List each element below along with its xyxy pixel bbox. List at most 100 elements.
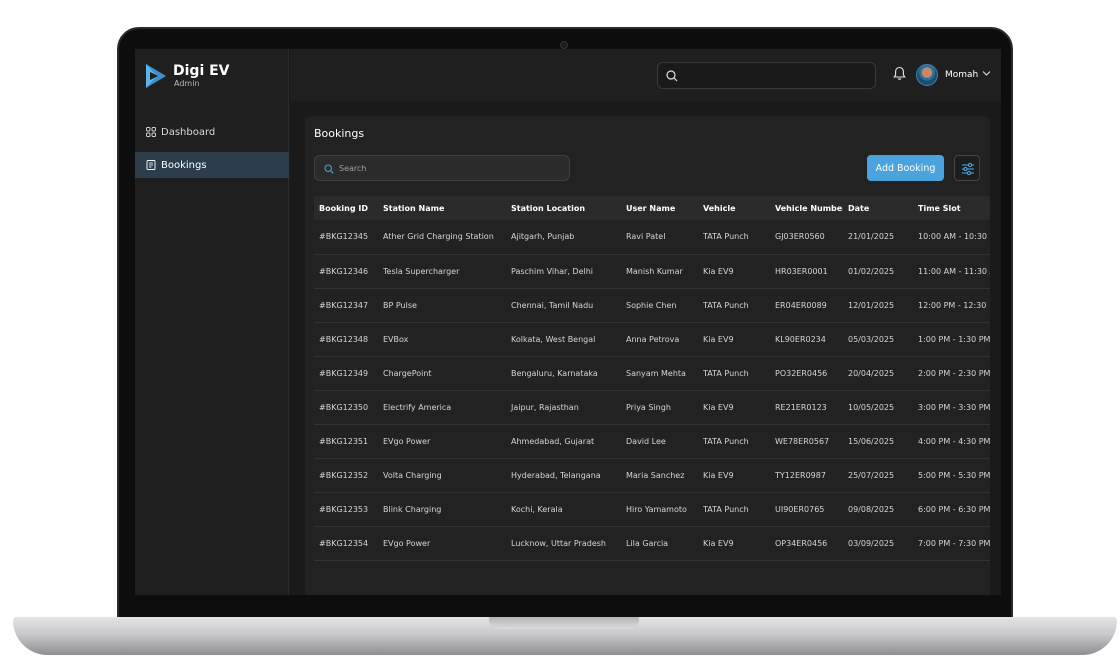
table-row[interactable]: #BKG12350 Electrify America Jaipur, Rajast… [314,390,990,425]
username[interactable]: Momah [945,70,978,80]
table-cell: TATA Punch [698,492,770,527]
table-cell: PO32ER0456 [770,356,843,391]
table-cell: TATA Punch [698,424,770,459]
table-cell: 6:00 PM - 6:30 PM [913,492,990,527]
table-cell: Anna Petrova [621,322,698,357]
add-booking-button[interactable]: Add Booking [867,155,944,181]
bookings-table: Booking ID Station Name Station Location Us… [314,196,990,561]
booking-icon [146,160,156,170]
table-cell: Sanyam Mehta [621,356,698,391]
chevron-down-icon[interactable] [982,70,991,77]
table-cell: RE21ER0123 [770,390,843,425]
table-row[interactable]: #BKG12352 Volta Charging Hyderabad, Telang… [314,458,990,493]
column-header[interactable]: User Name [621,196,698,220]
table-cell: David Lee [621,424,698,459]
table-cell: Kia EV9 [698,526,770,561]
table-cell: Sophie Chen [621,288,698,323]
search-input[interactable] [337,156,562,180]
column-header[interactable]: Booking ID [314,196,378,220]
table-cell: EVgo Power [378,424,506,459]
table-cell: 12/01/2025 [843,288,913,323]
table-cell: Maria Sanchez [621,458,698,493]
table-cell: UI90ER0765 [770,492,843,527]
table-cell: EVBox [378,322,506,357]
table-cell: Jaipur, Rajasthan [506,390,621,425]
table-cell: Volta Charging [378,458,506,493]
table-cell: 1:00 PM - 1:30 PM [913,322,990,357]
logo-icon [146,64,166,88]
table-cell: TATA Punch [698,220,770,255]
table-cell: GJ03ER0560 [770,220,843,255]
sidebar-item-dashboard[interactable]: Dashboard [135,119,289,145]
table-row[interactable]: #BKG12353 Blink Charging Kochi, Kerala Hiro… [314,492,990,527]
column-header[interactable]: Station Location [506,196,621,220]
column-header[interactable]: Station Name [378,196,506,220]
table-row[interactable]: #BKG12349 ChargePoint Bengaluru, Karnataka… [314,356,990,391]
column-header[interactable]: Date [843,196,913,220]
table-cell: Kolkata, West Bengal [506,322,621,357]
bookings-panel: Bookings Add Booking [305,116,990,595]
column-header[interactable]: Vehicle [698,196,770,220]
table-cell: Kia EV9 [698,390,770,425]
table-cell: 5:00 PM - 5:30 PM [913,458,990,493]
screen: Digi EV Admin Dashboard Bookings Momah B… [135,49,1001,595]
table-row[interactable]: #BKG12351 EVgo Power Ahmedabad, Gujarat Dav… [314,424,990,459]
topbar: Momah [290,49,1001,101]
table-cell: TATA Punch [698,356,770,391]
table-cell: Tesla Supercharger [378,254,506,289]
sliders-icon [962,162,974,176]
table-cell: 3:00 PM - 3:30 PM [913,390,990,425]
table-cell: WE78ER0567 [770,424,843,459]
laptop-notch [489,617,639,629]
table-cell: 20/04/2025 [843,356,913,391]
notification-bell-icon[interactable] [893,66,906,81]
table-cell: 10/05/2025 [843,390,913,425]
table-cell: #BKG12352 [314,458,378,493]
sidebar-item-label: Bookings [161,159,207,171]
bookings-search[interactable] [314,155,570,181]
table-row[interactable]: #BKG12346 Tesla Supercharger Paschim Vihar… [314,254,990,289]
table-cell: Hiro Yamamoto [621,492,698,527]
table-row[interactable]: #BKG12354 EVgo Power Lucknow, Uttar Prades… [314,526,990,561]
table-cell: #BKG12350 [314,390,378,425]
global-search-input[interactable] [657,62,876,89]
table-row[interactable]: #BKG12348 EVBox Kolkata, West Bengal Anna P… [314,322,990,357]
table-cell: Kia EV9 [698,322,770,357]
table-cell: #BKG12345 [314,220,378,255]
table-cell: EVgo Power [378,526,506,561]
avatar[interactable] [916,64,938,86]
table-cell: Electrify America [378,390,506,425]
search-icon [666,70,678,82]
table-cell: Lucknow, Uttar Pradesh [506,526,621,561]
table-cell: Blink Charging [378,492,506,527]
table-cell: 10:00 AM - 10:30 [913,220,990,255]
table-cell: #BKG12349 [314,356,378,391]
table-cell: OP34ER0456 [770,526,843,561]
column-header[interactable]: Vehicle Number [770,196,843,220]
filter-button[interactable] [954,155,980,181]
table-cell: ChargePoint [378,356,506,391]
sidebar-item-bookings[interactable]: Bookings [135,152,289,178]
table-cell: 12:00 PM - 12:30 [913,288,990,323]
column-header[interactable]: Time Slot [913,196,990,220]
table-cell: Manish Kumar [621,254,698,289]
table-cell: Priya Singh [621,390,698,425]
sidebar-item-label: Dashboard [161,126,216,138]
table-cell: #BKG12346 [314,254,378,289]
table-body: #BKG12345 Ather Grid Charging Station Ajit… [314,220,990,561]
table-cell: Ravi Patel [621,220,698,255]
table-cell: 01/02/2025 [843,254,913,289]
table-cell: Chennai, Tamil Nadu [506,288,621,323]
app-name: Digi EV [173,62,230,79]
table-cell: Ather Grid Charging Station [378,220,506,255]
table-cell: Kochi, Kerala [506,492,621,527]
table-cell: Ajitgarh, Punjab [506,220,621,255]
table-cell: Paschim Vihar, Delhi [506,254,621,289]
table-cell: #BKG12354 [314,526,378,561]
table-cell: Lila Garcia [621,526,698,561]
table-cell: KL90ER0234 [770,322,843,357]
table-row[interactable]: #BKG12347 BP Pulse Chennai, Tamil Nadu Soph… [314,288,990,323]
table-row[interactable]: #BKG12345 Ather Grid Charging Station Ajit… [314,220,990,255]
app-subtitle: Admin [174,78,200,88]
brand[interactable]: Digi EV Admin [145,63,230,89]
